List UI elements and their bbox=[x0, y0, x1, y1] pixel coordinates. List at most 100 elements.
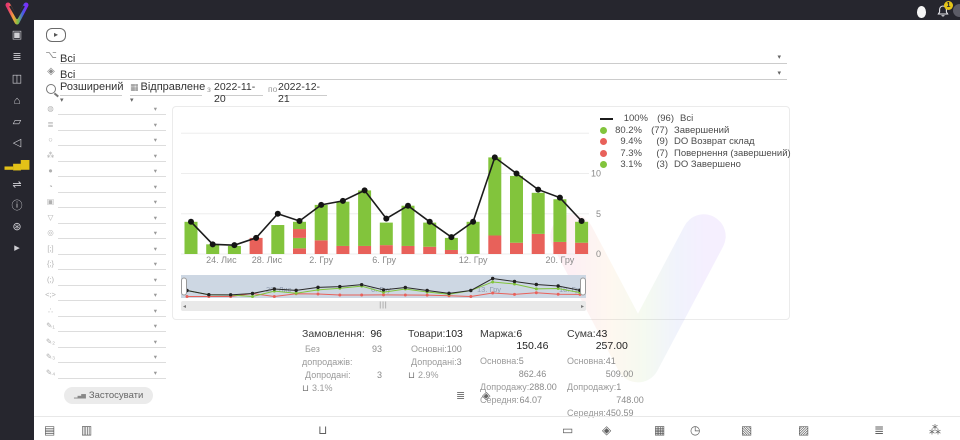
bar-segment[interactable] bbox=[575, 222, 588, 243]
filter-row[interactable]: (;) ▾ bbox=[45, 273, 166, 289]
view-switch-icon[interactable]: ◈ bbox=[482, 389, 490, 402]
data-point[interactable] bbox=[579, 218, 585, 224]
filter-dropdown[interactable] bbox=[58, 273, 166, 286]
app-logo[interactable] bbox=[4, 1, 30, 27]
footer-tool-icon[interactable]: ▭ bbox=[562, 423, 573, 437]
filter-dropdown[interactable] bbox=[58, 304, 166, 317]
bar-segment[interactable] bbox=[488, 235, 501, 254]
bar-segment[interactable] bbox=[510, 176, 523, 243]
product-filter-select[interactable]: Всі ▾ bbox=[60, 65, 787, 79]
data-point[interactable] bbox=[318, 202, 324, 208]
filter-row[interactable]: ○ ▾ bbox=[45, 133, 166, 149]
data-point[interactable] bbox=[514, 171, 520, 177]
data-point[interactable] bbox=[405, 203, 411, 209]
scroll-left-icon[interactable]: ◂ bbox=[183, 303, 186, 310]
filter-dropdown[interactable] bbox=[58, 335, 166, 348]
footer-tool-icon[interactable]: ▥ bbox=[81, 423, 92, 437]
filter-row[interactable]: <;> ▾ bbox=[45, 288, 166, 304]
brush-handle-right[interactable] bbox=[581, 278, 586, 295]
date-type-select[interactable]: ▦Відправлене ▾ bbox=[130, 81, 202, 96]
legend-item[interactable]: 7.3% (7) Повернення (завершений) bbox=[600, 148, 791, 160]
data-point[interactable] bbox=[275, 211, 281, 217]
data-point[interactable] bbox=[297, 218, 303, 224]
data-point[interactable] bbox=[188, 219, 194, 225]
bar-segment[interactable] bbox=[402, 206, 415, 246]
bar-segment[interactable] bbox=[358, 246, 371, 254]
filter-dropdown[interactable] bbox=[58, 366, 166, 379]
filter-dropdown[interactable] bbox=[58, 257, 166, 270]
data-point[interactable] bbox=[383, 216, 389, 222]
data-point[interactable] bbox=[470, 219, 476, 225]
filter-row[interactable]: [;] ▾ bbox=[45, 242, 166, 258]
bar-segment[interactable] bbox=[402, 246, 415, 254]
bar-segment[interactable] bbox=[553, 242, 566, 254]
filter-dropdown[interactable] bbox=[58, 164, 166, 177]
filter-dropdown[interactable] bbox=[58, 195, 166, 208]
footer-tool-icon[interactable]: ▦ bbox=[654, 423, 665, 437]
filter-dropdown[interactable] bbox=[58, 211, 166, 224]
filter-dropdown[interactable] bbox=[58, 180, 166, 193]
bar-segment[interactable] bbox=[553, 199, 566, 242]
notification-badge[interactable]: 1 bbox=[944, 1, 953, 10]
filter-row[interactable]: ✎₄ ▾ bbox=[45, 366, 166, 382]
bar-segment[interactable] bbox=[315, 205, 328, 240]
data-point[interactable] bbox=[362, 187, 368, 193]
bar-segment[interactable] bbox=[532, 234, 545, 254]
sidebar-item[interactable]: ⓘ bbox=[0, 197, 34, 215]
footer-tool-icon[interactable]: ◈ bbox=[602, 423, 611, 437]
filter-dropdown[interactable] bbox=[58, 350, 166, 363]
filter-row[interactable]: ⁂ ▾ bbox=[45, 149, 166, 165]
bar-segment[interactable] bbox=[293, 238, 306, 248]
filter-row[interactable]: ▽ ▾ bbox=[45, 211, 166, 227]
brush-handle-left[interactable] bbox=[182, 278, 187, 295]
chart-brush[interactable]: 28. Лис6. Гру13. Гру18. Гру bbox=[181, 275, 586, 301]
bar-segment[interactable] bbox=[445, 250, 458, 254]
legend-item[interactable]: 80.2% (77) Завершений bbox=[600, 125, 791, 137]
filter-dropdown[interactable] bbox=[58, 319, 166, 332]
bar-segment[interactable] bbox=[336, 202, 349, 246]
bar-segment[interactable] bbox=[510, 243, 523, 254]
data-point[interactable] bbox=[535, 187, 541, 193]
apply-button[interactable]: ▁▃▅ Застосувати bbox=[64, 387, 153, 404]
legend-item[interactable]: 9.4% (9) DO Возврат склад bbox=[600, 136, 791, 148]
filter-row[interactable]: ● ▾ bbox=[45, 164, 166, 180]
filter-row[interactable]: ∴ ▾ bbox=[45, 304, 166, 320]
bar-segment[interactable] bbox=[358, 190, 371, 246]
filter-row[interactable]: ≣ ▾ bbox=[45, 118, 166, 134]
bar-segment[interactable] bbox=[467, 222, 480, 254]
filter-dropdown[interactable] bbox=[58, 288, 166, 301]
footer-tool-icon[interactable]: ≣ bbox=[874, 423, 884, 437]
data-point[interactable] bbox=[448, 234, 454, 240]
filter-dropdown[interactable] bbox=[58, 226, 166, 239]
bar-segment[interactable] bbox=[423, 223, 436, 247]
source-filter-select[interactable]: Всі ▾ bbox=[60, 49, 787, 63]
footer-tool-icon[interactable]: ▤ bbox=[44, 423, 55, 437]
bar-segment[interactable] bbox=[380, 245, 393, 254]
avatar[interactable] bbox=[953, 4, 960, 17]
data-point[interactable] bbox=[340, 198, 346, 204]
sidebar-item[interactable]: ⌂ bbox=[0, 92, 34, 110]
sidebar-item[interactable]: ▣ bbox=[0, 26, 34, 44]
filter-row[interactable]: ◔ ▾ bbox=[45, 180, 166, 196]
bar-segment[interactable] bbox=[336, 246, 349, 254]
bar-segment[interactable] bbox=[271, 225, 284, 254]
filter-dropdown[interactable] bbox=[58, 149, 166, 162]
sidebar-item[interactable]: ▸ bbox=[0, 239, 34, 257]
data-point[interactable] bbox=[253, 235, 259, 241]
sidebar-item[interactable]: ⇌ bbox=[0, 176, 34, 194]
filter-row[interactable]: ▣ ▾ bbox=[45, 195, 166, 211]
footer-tool-icon[interactable]: ◷ bbox=[690, 423, 700, 437]
filter-row[interactable]: {;} ▾ bbox=[45, 257, 166, 273]
bar-segment[interactable] bbox=[293, 248, 306, 254]
footer-tool-icon[interactable]: ▧ bbox=[741, 423, 752, 437]
bar-segment[interactable] bbox=[315, 240, 328, 254]
sidebar-item[interactable]: ◫ bbox=[0, 70, 34, 88]
sidebar-item[interactable]: ◁ bbox=[0, 134, 34, 152]
filter-row[interactable]: ✎₂ ▾ bbox=[45, 335, 166, 351]
data-point[interactable] bbox=[210, 241, 216, 247]
legend-item[interactable]: 3.1% (3) DO Завершено bbox=[600, 159, 791, 171]
bar-segment[interactable] bbox=[532, 193, 545, 234]
footer-tool-icon[interactable]: ⁂ bbox=[929, 423, 941, 437]
data-point[interactable] bbox=[231, 242, 237, 248]
bar-segment[interactable] bbox=[575, 243, 588, 254]
